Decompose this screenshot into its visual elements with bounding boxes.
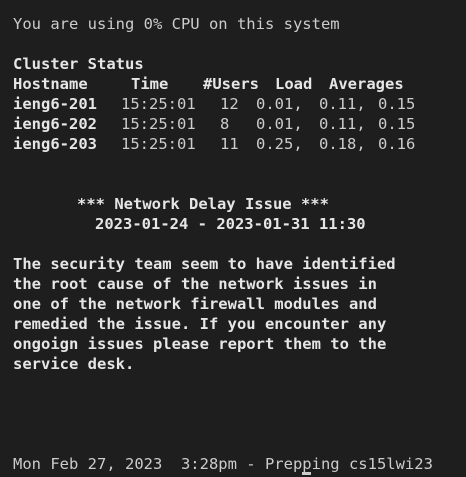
notice-body-line: ongoign issues please report them to the: [13, 335, 387, 353]
row-load-15: 0.16: [378, 135, 416, 153]
row-load-1: 0.25,: [256, 135, 303, 153]
table-row: ieng6-202 15:25:01 8 0.01, 0.11, 0.15: [13, 114, 415, 134]
header-users: #Users: [203, 75, 259, 93]
table-row: ieng6-203 15:25:01 11 0.25, 0.18, 0.16: [13, 134, 415, 154]
notice-body-line: service desk.: [13, 355, 135, 373]
notice-title: *** Network Delay Issue ***: [77, 195, 329, 213]
notice-body-line: one of the network firewall modules and: [13, 295, 377, 313]
header-time: Time: [131, 75, 169, 93]
row-load-15: 0.15: [378, 115, 416, 133]
notice-body-line: remedied the issue. If you encounter any: [13, 315, 387, 333]
cluster-table-header: Hostname Time #Users Load Averages: [0, 74, 466, 94]
row-users: 11: [220, 135, 239, 153]
row-users: 12: [220, 95, 239, 113]
row-load-5: 0.11,: [319, 95, 366, 113]
row-time: 15:25:01: [121, 95, 196, 113]
header-averages: Averages: [329, 75, 404, 93]
row-hostname: ieng6-202: [13, 115, 97, 133]
row-load-5: 0.11,: [319, 115, 366, 133]
row-time: 15:25:01: [121, 115, 196, 133]
row-time: 15:25:01: [121, 135, 196, 153]
table-row: ieng6-201 15:25:01 12 0.01, 0.11, 0.15: [13, 94, 415, 114]
row-load-5: 0.18,: [319, 135, 366, 153]
cluster-status-title: Cluster Status: [13, 55, 144, 73]
row-hostname: ieng6-203: [13, 135, 97, 153]
cpu-usage-line: You are using 0% CPU on this system: [13, 15, 340, 33]
row-users: 8: [220, 115, 230, 133]
row-hostname: ieng6-201: [13, 95, 97, 113]
notice-body-line: The security team seem to have identifie…: [13, 255, 396, 273]
header-hostname: Hostname: [13, 75, 88, 93]
header-load: Load: [275, 75, 313, 93]
status-line: Mon Feb 27, 2023 3:28pm - Prepping cs15l…: [13, 455, 433, 473]
row-load-1: 0.01,: [256, 115, 303, 133]
notice-dates: 2023-01-24 - 2023-01-31 11:30: [95, 215, 366, 233]
notice-body-line: the root cause of the network issues in: [13, 275, 377, 293]
terminal-window[interactable]: You are using 0% CPU on this system Clus…: [0, 0, 466, 477]
text-cursor: [302, 472, 311, 475]
row-load-1: 0.01,: [256, 95, 303, 113]
row-load-15: 0.15: [378, 95, 416, 113]
cluster-table: ieng6-201 15:25:01 12 0.01, 0.11, 0.15 i…: [13, 94, 415, 154]
